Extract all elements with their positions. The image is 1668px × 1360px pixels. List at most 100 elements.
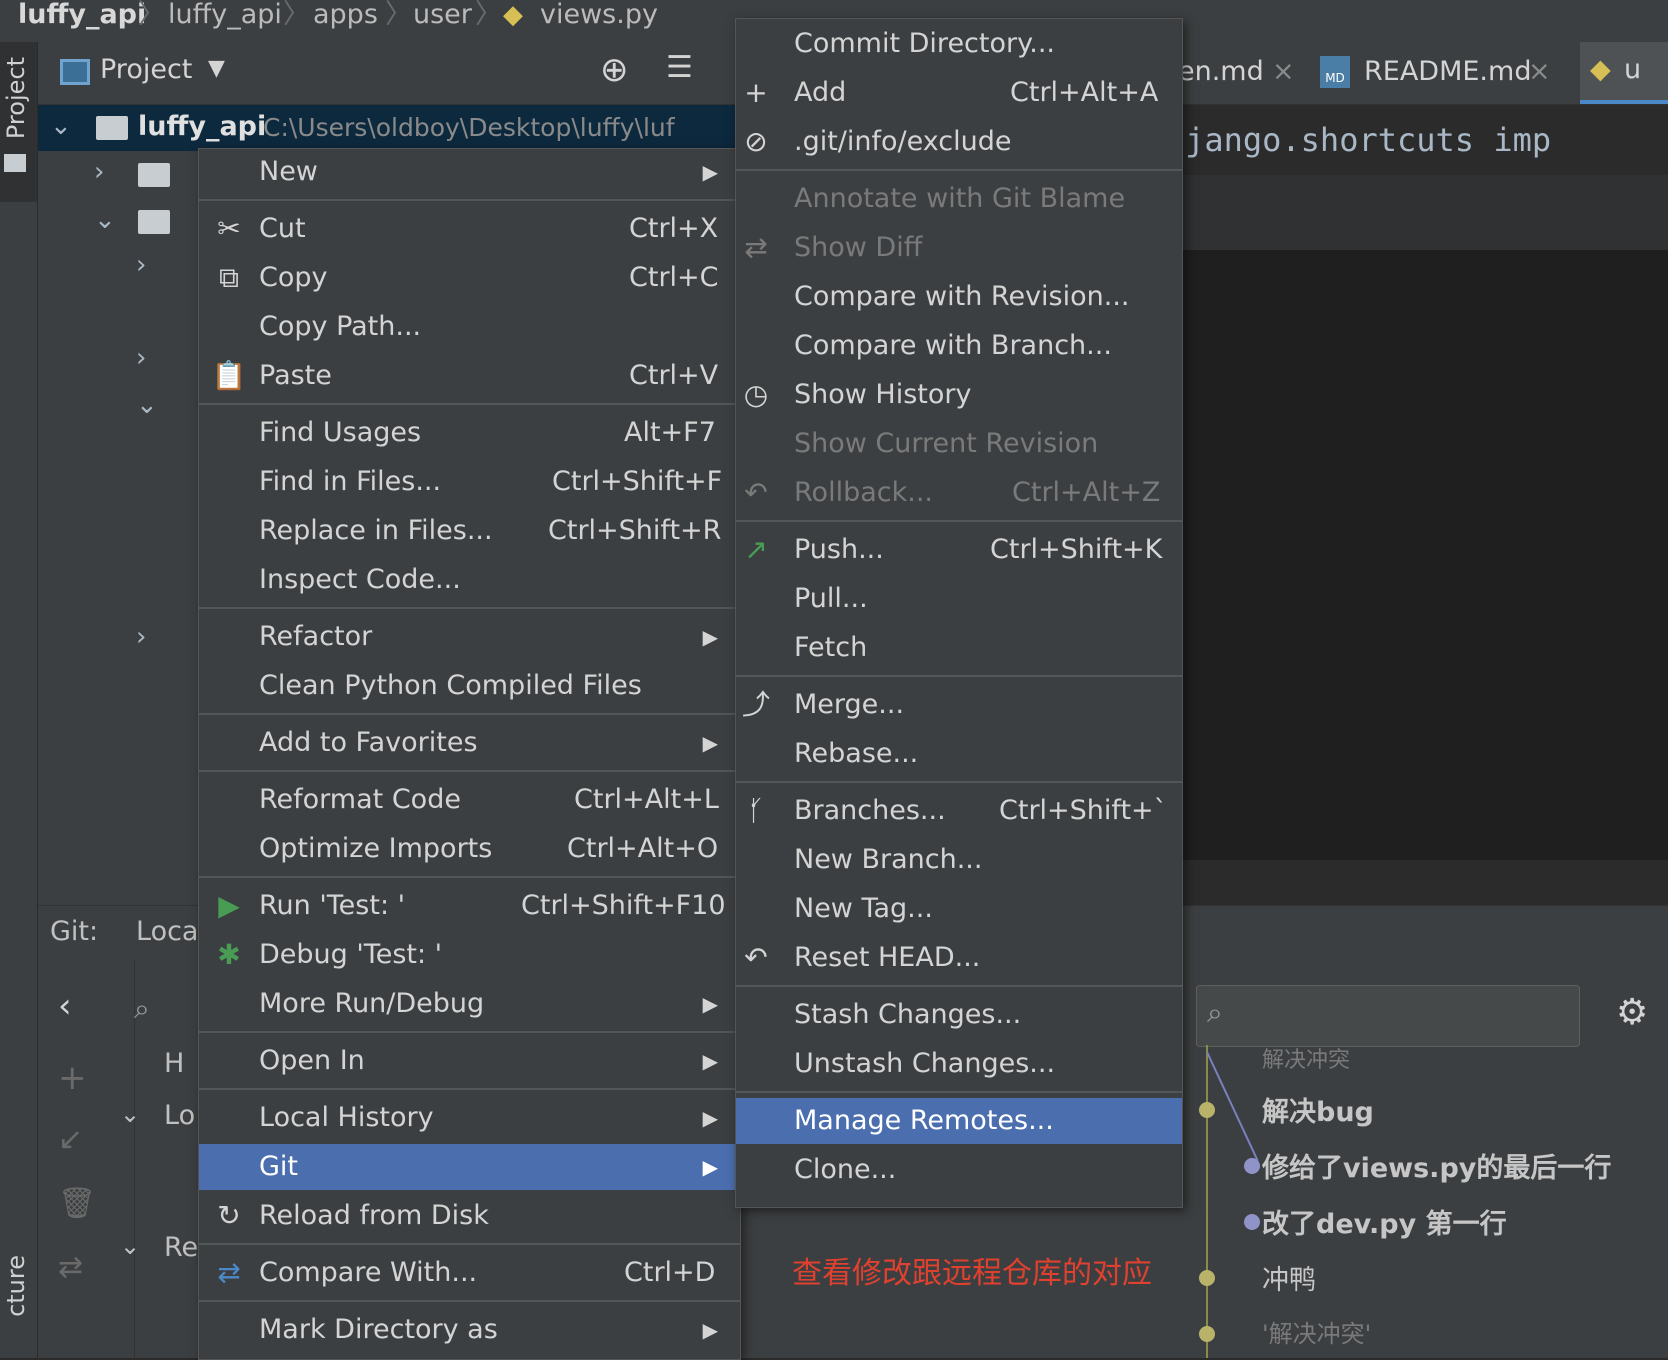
menu-item-clean-python[interactable]: Clean Python Compiled Files — [199, 663, 740, 709]
tab-local-changes[interactable]: Loca — [136, 916, 198, 947]
chevron-down-icon[interactable]: ⌄ — [120, 1232, 140, 1260]
menu-item-branches[interactable]: ᚶ Branches... Ctrl+Shift+` — [736, 788, 1182, 834]
clipboard-icon: 📋 — [211, 359, 247, 392]
menu-separator — [199, 607, 740, 609]
tab-readme-md[interactable]: README.md — [1364, 56, 1531, 87]
menu-item-show-diff[interactable]: ⇄ Show Diff — [736, 225, 1182, 271]
menu-item-rebase[interactable]: Rebase... — [736, 731, 1182, 777]
project-tool-button[interactable]: Project — [0, 42, 37, 202]
menu-item-label: New Branch... — [794, 844, 983, 875]
menu-item-run-test[interactable]: ▶ Run 'Test: ' Ctrl+Shift+F10 — [199, 883, 740, 929]
add-icon[interactable]: + — [58, 1058, 87, 1098]
menu-item-cut[interactable]: ✂ Cut Ctrl+X — [199, 206, 740, 252]
close-icon[interactable]: × — [1528, 56, 1551, 87]
menu-item-add[interactable]: + Add Ctrl+Alt+A — [736, 70, 1182, 116]
search-icon[interactable]: ⌕ — [134, 992, 150, 1026]
collapse-all-icon[interactable]: ☰ — [666, 50, 693, 85]
log-search-input[interactable]: ⌕ — [1196, 985, 1580, 1047]
menu-item-label: Compare with Branch... — [794, 330, 1112, 361]
back-arrow-icon[interactable]: ‹ — [58, 986, 72, 1026]
menu-item-new-tag[interactable]: New Tag... — [736, 886, 1182, 932]
diff-icon: ⇄ — [744, 231, 768, 264]
menu-item-find-in-files[interactable]: Find in Files... Ctrl+Shift+F — [199, 459, 740, 505]
tab-en-md[interactable]: en.md — [1178, 56, 1264, 87]
menu-item-inspect-code[interactable]: Inspect Code... — [199, 557, 740, 603]
menu-item-optimize-imports[interactable]: Optimize Imports Ctrl+Alt+O — [199, 826, 740, 872]
menu-item-merge[interactable]: ⤴ Merge... — [736, 682, 1182, 728]
menu-item-paste[interactable]: 📋 Paste Ctrl+V — [199, 353, 740, 399]
menu-item-compare-branch[interactable]: Compare with Branch... — [736, 323, 1182, 369]
tree-row-root[interactable]: ⌄ luffy_api C:\Users\oldboy\Desktop\luff… — [38, 105, 738, 151]
menu-item-open-in[interactable]: Open In ▶ — [199, 1038, 740, 1084]
menu-item-git-info-exclude[interactable]: ⊘ .git/info/exclude — [736, 119, 1182, 165]
menu-item-manage-remotes[interactable]: Manage Remotes... — [736, 1098, 1182, 1144]
menu-item-copy[interactable]: ⧉ Copy Ctrl+C — [199, 255, 740, 301]
checkout-arrow-icon[interactable]: ↙ — [58, 1122, 83, 1157]
menu-item-replace-in-files[interactable]: Replace in Files... Ctrl+Shift+R — [199, 508, 740, 554]
menu-item-reset-head[interactable]: ↶ Reset HEAD... — [736, 935, 1182, 981]
menu-item-unstash-changes[interactable]: Unstash Changes... — [736, 1041, 1182, 1087]
log-entry[interactable]: 修给了views.py的最后一行 — [1262, 1146, 1611, 1185]
submenu-arrow-icon: ▶ — [702, 1106, 718, 1130]
log-entry[interactable]: 冲鸭 — [1262, 1258, 1316, 1297]
menu-item-local-history[interactable]: Local History ▶ — [199, 1095, 740, 1141]
menu-item-rollback[interactable]: ↶ Rollback... Ctrl+Alt+Z — [736, 470, 1182, 516]
chevron-down-icon[interactable]: ⌄ — [136, 390, 158, 420]
trash-icon[interactable]: 🗑 — [58, 1186, 96, 1221]
log-entry[interactable]: 解决bug — [1262, 1090, 1374, 1129]
log-entry[interactable]: 改了dev.py 第一行 — [1262, 1202, 1507, 1241]
branch-tree-remote[interactable]: Re — [164, 1232, 198, 1263]
chevron-right-icon[interactable]: › — [136, 250, 146, 280]
menu-item-mark-directory-as[interactable]: Mark Directory as ▶ — [199, 1307, 740, 1353]
menu-item-label: Show Diff — [794, 232, 923, 263]
menu-item-show-history[interactable]: ◷ Show History — [736, 372, 1182, 418]
structure-tool-label[interactable]: cture — [2, 1255, 30, 1317]
menu-item-reformat-code[interactable]: Reformat Code Ctrl+Alt+L — [199, 777, 740, 823]
menu-item-pull[interactable]: Pull... — [736, 576, 1182, 622]
tab-active[interactable]: ◆ u — [1580, 42, 1668, 104]
branch-tree-local[interactable]: Lo — [164, 1100, 195, 1131]
chevron-right-icon[interactable]: › — [136, 343, 146, 373]
menu-item-label: Copy — [259, 262, 328, 293]
menu-item-debug-test[interactable]: ✱ Debug 'Test: ' — [199, 932, 740, 978]
breadcrumb-item-file[interactable]: views.py — [540, 0, 658, 30]
menu-item-new-branch[interactable]: New Branch... — [736, 837, 1182, 883]
breadcrumb-item[interactable]: luffy_api — [168, 0, 282, 30]
chevron-right-icon[interactable]: › — [136, 622, 146, 652]
gear-icon[interactable]: ⚙ — [1616, 992, 1648, 1033]
menu-item-fetch[interactable]: Fetch — [736, 625, 1182, 671]
breadcrumb-item-root[interactable]: luffy_api — [18, 0, 146, 30]
chevron-right-icon[interactable]: › — [94, 157, 104, 187]
chevron-down-icon[interactable]: ⌄ — [50, 111, 72, 141]
menu-item-commit-directory[interactable]: Commit Directory... — [736, 21, 1182, 67]
menu-item-copy-path[interactable]: Copy Path... — [199, 304, 740, 350]
menu-item-add-to-favorites[interactable]: Add to Favorites ▶ — [199, 720, 740, 766]
menu-item-label: Find in Files... — [259, 466, 442, 497]
compare-arrows-icon[interactable]: ⇄ — [58, 1250, 83, 1285]
chevron-down-icon[interactable]: ⌄ — [94, 205, 116, 235]
breadcrumb-item[interactable]: apps — [313, 0, 378, 30]
menu-item-more-run-debug[interactable]: More Run/Debug ▶ — [199, 981, 740, 1027]
menu-item-refactor[interactable]: Refactor ▶ — [199, 614, 740, 660]
menu-item-annotate-blame[interactable]: Annotate with Git Blame — [736, 176, 1182, 222]
chevron-down-icon[interactable]: ▼ — [208, 56, 225, 81]
menu-item-git[interactable]: Git ▶ — [199, 1144, 740, 1190]
branch-tree-head[interactable]: H — [164, 1048, 184, 1079]
breadcrumb-item[interactable]: user — [413, 0, 472, 30]
log-entry[interactable]: '解决冲突' — [1262, 1314, 1371, 1349]
menu-item-reload-from-disk[interactable]: ↻ Reload from Disk — [199, 1193, 740, 1239]
menu-item-show-current-revision[interactable]: Show Current Revision — [736, 421, 1182, 467]
menu-item-clone[interactable]: Clone... — [736, 1147, 1182, 1193]
close-icon[interactable]: × — [1272, 56, 1295, 87]
log-entry[interactable]: 解决冲突 — [1262, 1042, 1350, 1074]
menu-item-stash-changes[interactable]: Stash Changes... — [736, 992, 1182, 1038]
chevron-down-icon[interactable]: ⌄ — [120, 1100, 140, 1128]
menu-item-find-usages[interactable]: Find Usages Alt+F7 — [199, 410, 740, 456]
menu-item-shortcut: Ctrl+D — [624, 1257, 716, 1288]
menu-item-push[interactable]: ↗ Push... Ctrl+Shift+K — [736, 527, 1182, 573]
locate-target-icon[interactable]: ⊕ — [600, 50, 629, 90]
project-view-title[interactable]: Project — [100, 54, 192, 85]
menu-item-new[interactable]: New ▶ — [199, 149, 740, 195]
menu-item-compare-with[interactable]: ⇄ Compare With... Ctrl+D — [199, 1250, 740, 1296]
menu-item-compare-revision[interactable]: Compare with Revision... — [736, 274, 1182, 320]
